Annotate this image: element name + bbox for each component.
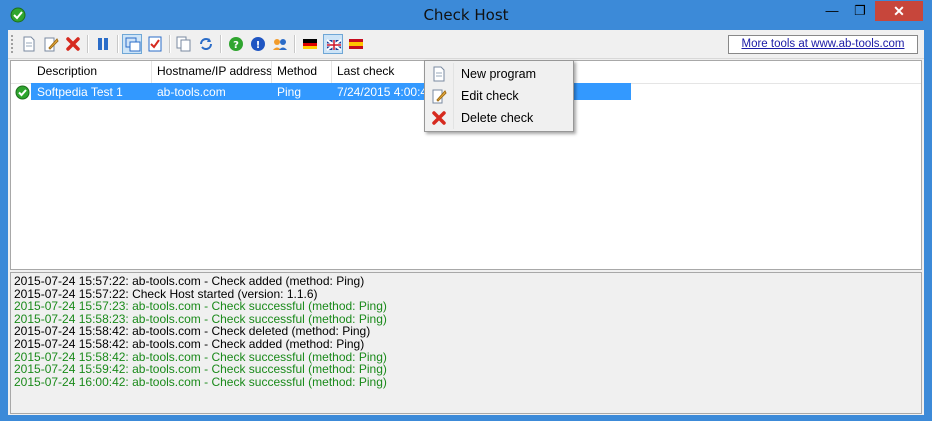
cell-host: ab-tools.com — [157, 85, 226, 99]
refresh-button[interactable] — [196, 34, 216, 54]
log-line: 2015-07-24 15:59:42: ab-tools.com - Chec… — [14, 362, 387, 377]
column-last-check[interactable]: Last check — [337, 64, 394, 78]
help-button[interactable]: ? — [226, 34, 246, 54]
log-panel[interactable]: 2015-07-24 15:57:22: ab-tools.com - Chec… — [10, 272, 922, 414]
pause-button[interactable] — [93, 34, 113, 54]
info-icon: ! — [251, 37, 265, 51]
title-bar[interactable]: Check Host — ❐ ✕ — [0, 0, 932, 30]
language-english-button[interactable] — [323, 34, 343, 54]
cell-description: Softpedia Test 1 — [37, 85, 123, 99]
people-button[interactable] — [270, 34, 290, 54]
pause-icon — [98, 38, 108, 50]
toolbar-separator — [169, 35, 171, 53]
column-hostname[interactable]: Hostname/IP address — [157, 64, 272, 78]
maximize-button[interactable]: ❐ — [846, 1, 874, 21]
check-list-button[interactable] — [145, 34, 165, 54]
toolbar: ? ! More tools at www.ab-tools.com — [8, 30, 924, 59]
view-button[interactable] — [122, 34, 142, 54]
status-ok-icon — [15, 85, 30, 103]
people-icon — [273, 39, 287, 50]
log-line: 2015-07-24 15:58:42: ab-tools.com - Chec… — [14, 336, 365, 351]
edit-check-button[interactable] — [41, 34, 61, 54]
menu-item-label: Delete check — [461, 111, 534, 125]
new-program-icon — [431, 66, 447, 82]
delete-icon — [431, 110, 447, 126]
column-divider[interactable] — [271, 61, 272, 83]
minimize-button[interactable]: — — [818, 1, 846, 21]
menu-item-label: Edit check — [461, 89, 519, 103]
delete-check-button[interactable] — [63, 34, 83, 54]
menu-item-edit-check[interactable]: Edit check — [427, 85, 571, 107]
column-divider[interactable] — [331, 61, 332, 83]
log-line: 2015-07-24 15:57:22: ab-tools.com - Chec… — [14, 274, 365, 288]
refresh-icon — [200, 38, 212, 50]
language-german-button[interactable] — [300, 34, 320, 54]
app-window: Check Host — ❐ ✕ ? ! More tools at www.a… — [0, 0, 932, 421]
column-description[interactable]: Description — [37, 64, 97, 78]
svg-text:!: ! — [256, 40, 261, 51]
edit-icon — [44, 37, 59, 52]
menu-item-label: New program — [461, 67, 537, 81]
toolbar-separator — [220, 35, 222, 53]
edit-icon — [431, 88, 447, 104]
new-program-button[interactable] — [19, 34, 39, 54]
menu-item-delete-check[interactable]: Delete check — [427, 107, 571, 129]
cell-last-check: 7/24/2015 4:00:42 — [337, 85, 434, 99]
column-divider[interactable] — [151, 61, 152, 83]
copy-icon — [176, 36, 191, 52]
flag-de-icon — [303, 39, 317, 49]
check-icon — [148, 36, 162, 52]
close-button[interactable]: ✕ — [875, 1, 923, 21]
log-line: 2015-07-24 15:57:23: ab-tools.com - Chec… — [14, 299, 387, 314]
toolbar-separator — [87, 35, 89, 53]
info-button[interactable]: ! — [248, 34, 268, 54]
svg-text:?: ? — [233, 40, 239, 51]
flag-uk-icon — [326, 39, 342, 51]
copy-button[interactable] — [174, 34, 194, 54]
new-icon — [23, 36, 35, 52]
column-method[interactable]: Method — [277, 64, 317, 78]
flag-es-icon — [349, 39, 363, 49]
language-spanish-button[interactable] — [346, 34, 366, 54]
log-line: 2015-07-24 16:00:42: ab-tools.com - Chec… — [14, 374, 387, 389]
toolbar-grip[interactable] — [11, 35, 15, 53]
toolbar-separator — [294, 35, 296, 53]
context-menu: New program Edit check Delete check — [424, 60, 574, 132]
delete-icon — [66, 37, 80, 51]
window-title: Check Host — [423, 6, 509, 24]
toolbar-separator — [117, 35, 119, 53]
help-icon: ? — [229, 37, 243, 51]
view-icon — [125, 37, 141, 52]
cell-method: Ping — [277, 85, 302, 99]
menu-item-new-program[interactable]: New program — [427, 63, 571, 85]
more-tools-link[interactable]: More tools at www.ab-tools.com — [728, 35, 918, 54]
